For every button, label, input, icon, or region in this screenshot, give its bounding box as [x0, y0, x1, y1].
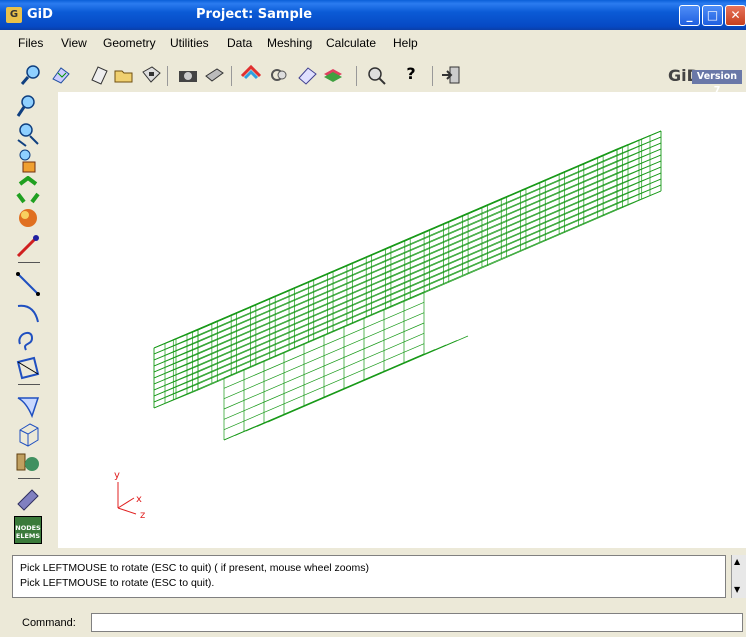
y-axis-label: y: [114, 470, 120, 481]
mesh-edge: [153, 160, 618, 361]
zoom-in-icon[interactable]: [20, 64, 42, 86]
menu-help[interactable]: Help: [393, 36, 418, 50]
menu-data[interactable]: Data: [227, 36, 252, 50]
redraw-icon[interactable]: [14, 176, 42, 204]
close-button[interactable]: ✕: [725, 5, 746, 26]
menu-meshing[interactable]: Meshing: [267, 36, 312, 50]
x-axis-label: x: [136, 494, 142, 505]
menu-bar: Files View Geometry Utilities Data Meshi…: [0, 33, 746, 53]
create-polyline-icon[interactable]: [14, 354, 42, 382]
zoom-out-icon[interactable]: [14, 120, 42, 148]
exit-icon[interactable]: [440, 64, 462, 86]
x-axis-line: [117, 497, 135, 509]
message-scrollbar[interactable]: ▲ ▼: [731, 555, 746, 598]
conditions-icon[interactable]: [296, 64, 318, 86]
zoom-in-icon[interactable]: [14, 92, 42, 120]
geometry-objects-icon[interactable]: [14, 448, 42, 476]
menu-geometry[interactable]: Geometry: [103, 36, 156, 50]
menu-files[interactable]: Files: [18, 36, 43, 50]
zoom-search-icon[interactable]: [365, 64, 387, 86]
create-arc-icon[interactable]: [14, 298, 42, 326]
delete-eraser-icon[interactable]: [14, 484, 42, 512]
mesh-edge: [197, 172, 662, 373]
toolbar-separator: [167, 66, 168, 86]
message-line: Pick LEFTMOUSE to rotate (ESC to quit) (…: [20, 562, 369, 574]
mesh-edge: [197, 142, 662, 343]
nodes-elems-icon[interactable]: NODES ELEMS: [14, 516, 42, 544]
gid-app-icon: G: [6, 7, 22, 23]
main-toolbar: ? GiD Version 7: [0, 58, 746, 96]
open-folder-icon[interactable]: [113, 64, 135, 86]
create-point-icon[interactable]: [14, 232, 42, 260]
toolbar-separator: [231, 66, 232, 86]
menu-utilities[interactable]: Utilities: [170, 36, 209, 50]
zoom-frame-icon[interactable]: [14, 148, 42, 176]
mesh-edge: [267, 335, 469, 423]
mesh-edge: [153, 196, 618, 397]
mesh-edge: [153, 154, 618, 355]
create-volume-icon[interactable]: [14, 420, 42, 448]
command-input[interactable]: [91, 613, 743, 632]
materials-icon[interactable]: [322, 64, 344, 86]
graphics-canvas[interactable]: y x z: [58, 92, 746, 548]
mesh-edge: [153, 166, 618, 367]
mesh-edge: [153, 184, 618, 385]
z-axis-line: [117, 507, 137, 515]
mesh-edge: [197, 178, 662, 379]
help-icon[interactable]: ?: [400, 64, 422, 86]
camera-icon[interactable]: [177, 64, 199, 86]
left-toolbar-separator: [18, 478, 40, 479]
create-line-icon[interactable]: [14, 270, 42, 298]
mesh-edge: [197, 136, 662, 337]
mesh-edge: [197, 154, 662, 355]
create-nurbs-icon[interactable]: [14, 326, 42, 354]
z-axis-label: z: [140, 510, 146, 521]
window-title: Project: Sample: [196, 7, 313, 22]
save-disk-icon[interactable]: [140, 64, 162, 86]
mesh-edge: [197, 160, 662, 361]
mesh-edge: [197, 190, 662, 391]
left-toolbar-separator: [18, 262, 40, 263]
render-sphere-icon[interactable]: [14, 204, 42, 232]
left-toolbar: NODES ELEMS: [14, 92, 48, 544]
menu-view[interactable]: View: [61, 36, 87, 50]
toolbar-separator: [356, 66, 357, 86]
mesh-edge: [197, 166, 662, 367]
left-toolbar-separator: [18, 384, 40, 385]
print-icon[interactable]: [203, 64, 225, 86]
mesh-edge: [153, 202, 618, 403]
message-line: Pick LEFTMOUSE to rotate (ESC to quit).: [20, 577, 215, 589]
mesh-edge: [197, 148, 662, 349]
toolbar-separator: [432, 66, 433, 86]
render-icon[interactable]: [240, 64, 262, 86]
menu-calculate[interactable]: Calculate: [326, 36, 376, 50]
title-bar[interactable]: G GiD Project: Sample _ □ ✕: [0, 0, 746, 30]
scroll-down-icon[interactable]: ▼: [734, 585, 740, 594]
gid-window: G GiD Project: Sample _ □ ✕ Files View G…: [0, 0, 746, 637]
minimize-button[interactable]: _: [679, 5, 700, 26]
maximize-button[interactable]: □: [702, 5, 723, 26]
layers-icon[interactable]: [268, 64, 290, 86]
mesh-edge: [153, 172, 618, 373]
create-surface-icon[interactable]: [14, 392, 42, 420]
mesh-edge: [153, 178, 618, 379]
command-label: Command:: [22, 617, 76, 629]
nodes-elems-icon-text: NODES ELEMS: [15, 524, 41, 540]
scroll-up-icon[interactable]: ▲: [734, 557, 740, 566]
rotate-view-icon[interactable]: [50, 64, 72, 86]
message-log: Pick LEFTMOUSE to rotate (ESC to quit) (…: [12, 555, 726, 598]
brand-version-text: Version 7: [692, 70, 742, 96]
app-name: GiD: [27, 7, 53, 22]
new-file-icon[interactable]: [88, 64, 110, 86]
gid-version-logo: GiD Version 7: [668, 66, 742, 96]
mesh-edge: [197, 130, 662, 331]
mesh-edge: [197, 184, 662, 385]
